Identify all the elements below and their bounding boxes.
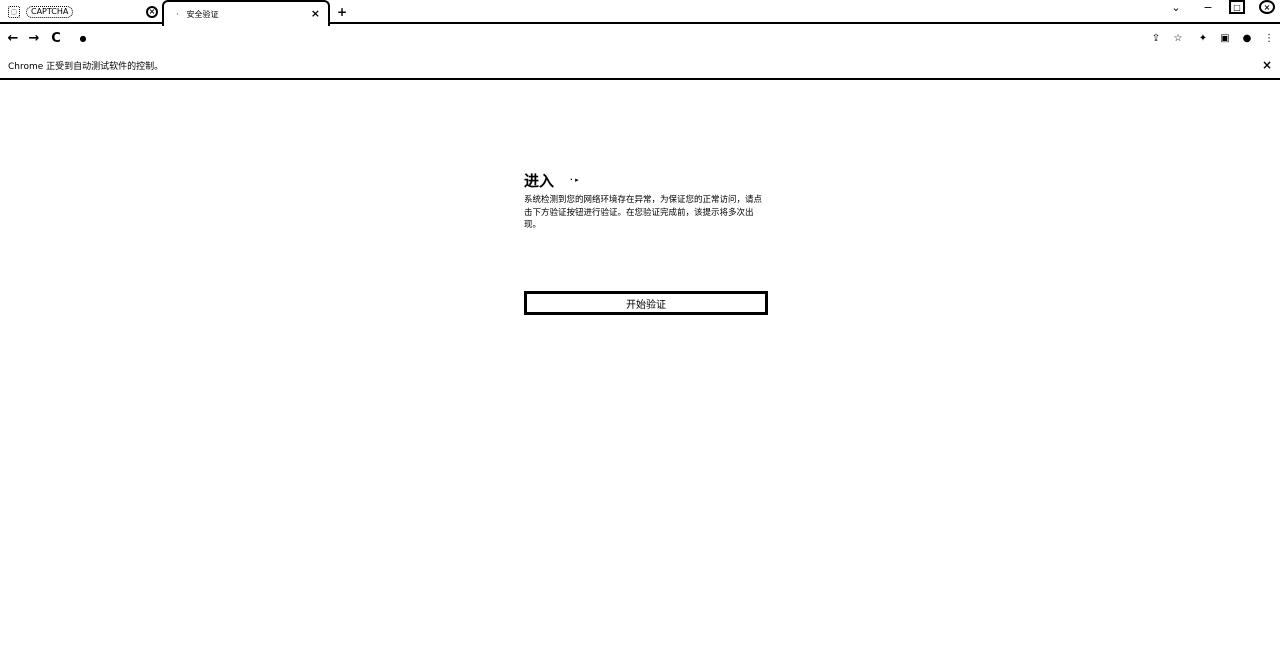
close-icon[interactable]: × (1262, 58, 1272, 72)
tab-title: CAPTCHA (26, 6, 74, 18)
verification-panel: 进入 · ▸ 系统检测到您的网络环境存在异常，为保证您的正常访问，请点击下方验证… (524, 170, 768, 315)
close-icon[interactable]: × (146, 6, 158, 18)
minimize-icon[interactable]: − (1200, 0, 1216, 14)
verification-description: 系统检测到您的网络环境存在异常，为保证您的正常访问，请点击下方验证按钮进行验证。… (524, 195, 763, 230)
profile-icon[interactable]: ● (1239, 30, 1255, 46)
new-tab-button[interactable]: + (334, 5, 350, 19)
page-title-text: 进入 (524, 171, 555, 190)
tab-search-icon[interactable]: ⌄ (1166, 0, 1186, 14)
share-icon[interactable]: ⇪ (1148, 30, 1164, 46)
tab-strip: ◌ CAPTCHA × · 安全验证 × + ⌄ − □ × (0, 0, 1280, 26)
loading-dots-icon: · ▸ (570, 176, 579, 184)
tab-captcha[interactable]: ◌ CAPTCHA × (0, 0, 164, 24)
tab-security-verification[interactable]: · 安全验证 × (162, 0, 330, 26)
browser-toolbar: ← → C ● ⇪ ☆ ✦ ▣ ● ⋮ (0, 26, 1280, 50)
window-close-icon[interactable]: × (1259, 0, 1275, 14)
forward-icon[interactable]: → (26, 30, 42, 46)
tab-title: 安全验证 (186, 9, 219, 19)
close-icon[interactable]: × (311, 7, 320, 20)
page-title: 进入 · ▸ (524, 170, 768, 190)
lock-icon[interactable]: ● (78, 32, 88, 44)
globe-icon: ◌ (8, 6, 20, 18)
start-verification-button[interactable]: 开始验证 (524, 291, 768, 315)
loading-icon: · (176, 9, 179, 19)
automation-infobar: Chrome 正受到自动测试软件的控制。 × (0, 52, 1280, 80)
extensions-icon[interactable]: ✦ (1195, 30, 1211, 46)
infobar-message: Chrome 正受到自动测试软件的控制。 (8, 61, 164, 72)
reload-icon[interactable]: C (48, 30, 64, 46)
back-icon[interactable]: ← (5, 30, 21, 46)
restore-icon[interactable]: □ (1229, 0, 1245, 14)
star-icon[interactable]: ☆ (1170, 30, 1186, 46)
menu-icon[interactable]: ⋮ (1261, 30, 1277, 46)
side-panel-icon[interactable]: ▣ (1217, 30, 1233, 46)
